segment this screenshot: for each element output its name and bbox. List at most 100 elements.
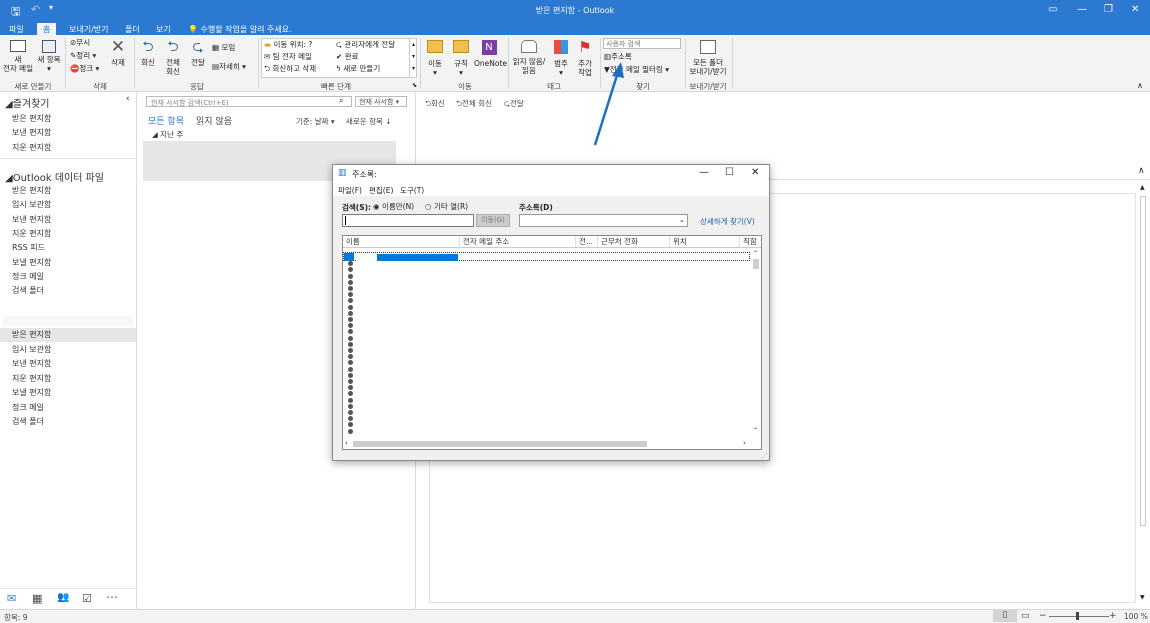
dialog-close-icon[interactable]: ✕ (751, 167, 759, 178)
tab-folder[interactable]: 폴더 (119, 23, 146, 35)
categorize-button[interactable]: 범주 ▾ (550, 40, 572, 77)
quickstep-done[interactable]: ✔ 완료 (336, 51, 359, 63)
col-name[interactable]: 이름 (343, 236, 460, 247)
hscroll-thumb[interactable] (353, 441, 647, 447)
rules-button[interactable]: 규칙 ▾ (450, 40, 472, 77)
collapse-ribbon-icon[interactable]: ∧ (1137, 81, 1143, 90)
list-vscrollbar[interactable]: ⌃ ⌄ (751, 249, 761, 433)
address-book-dropdown[interactable]: ⌄ (519, 214, 688, 227)
menu-file[interactable]: 파일(F) (338, 185, 362, 196)
go-button[interactable]: 이동(G) (476, 214, 510, 227)
account-folder-item[interactable]: 보낼 편지함 (12, 387, 51, 398)
account-folder-item[interactable]: 받은 편지함 (12, 329, 51, 340)
account-folder-item[interactable]: 정크 메일 (12, 402, 44, 413)
scroll-up-icon[interactable]: ⌃ (753, 250, 758, 257)
dialog-launcher-icon[interactable]: ⬊ (412, 82, 417, 89)
new-email-button[interactable]: 새 전자 메일 (3, 40, 33, 73)
quickstep-create-new[interactable]: ϟ 새로 만들기 (336, 63, 380, 75)
quickstep-reply-delete[interactable]: ⮌ 회신하고 삭제 (264, 63, 316, 75)
reading-reply-button[interactable]: ⮌회신 (425, 98, 445, 110)
datafile-folder-item[interactable]: RSS 피드 (12, 242, 45, 253)
scroll-right-icon[interactable]: › (743, 439, 746, 447)
scroll-thumb[interactable] (1140, 196, 1146, 526)
onenote-button[interactable]: N OneNote (474, 40, 507, 68)
zoom-in-icon[interactable]: + (1109, 611, 1117, 621)
search-people-input[interactable] (603, 38, 681, 49)
datafile-folder-item[interactable]: 검색 폴더 (12, 285, 44, 296)
tab-send-receive[interactable]: 보내기/받기 (63, 23, 115, 35)
ignore-button[interactable]: ⊘무시 (70, 37, 90, 49)
more-apps-icon[interactable]: ⋯ (106, 590, 118, 604)
datafile-folder-item[interactable]: 받은 편지함 (12, 185, 51, 196)
menu-edit[interactable]: 편집(E) (369, 185, 393, 196)
scroll-down-icon[interactable]: ▼ (1140, 594, 1145, 601)
account-folder-item[interactable]: 지운 편지함 (12, 373, 51, 384)
reading-forward-button[interactable]: ⮎전달 (504, 98, 524, 110)
quickstep-to-manager[interactable]: ⮎ 관리자에게 전달 (336, 39, 395, 51)
col-location[interactable]: 위치 (670, 236, 740, 247)
menu-tools[interactable]: 도구(T) (400, 185, 424, 196)
tab-unread[interactable]: 읽지 않음 (196, 114, 232, 127)
unread-read-button[interactable]: 읽지 않음/ 읽음 (510, 40, 548, 75)
col-email[interactable]: 전자 메일 주소 (460, 236, 576, 247)
zoom-thumb[interactable] (1076, 612, 1079, 620)
datafile-folder-item[interactable]: 보낸 편지함 (12, 214, 51, 225)
more-respond-button[interactable]: ▤자세히 ▾ (212, 61, 246, 73)
search-name-input[interactable] (342, 214, 474, 227)
send-receive-all-button[interactable]: 모든 폴더 보내기/받기 (687, 40, 729, 76)
list-row-selection[interactable] (377, 254, 458, 261)
sort-order-toggle[interactable]: 새로운 항목 ↓ (346, 116, 392, 127)
minimize-icon[interactable]: — (1077, 4, 1087, 15)
reply-all-button[interactable]: ⮌ 전체 회신 (161, 40, 185, 77)
fav-deleted[interactable]: 지운 편지함 (12, 142, 51, 153)
ribbon-display-options-icon[interactable]: ▭ (1048, 4, 1057, 15)
tab-home[interactable]: 홈 (37, 23, 57, 35)
fav-sent[interactable]: 보낸 편지함 (12, 127, 51, 138)
account-folder-item[interactable]: 보낸 편지함 (12, 358, 51, 369)
mail-search-box[interactable]: 현재 사서함 검색(Ctrl+E) ⌕ (146, 96, 352, 107)
col-display[interactable]: 전... (576, 236, 598, 247)
new-items-button[interactable]: 새 항목 ▾ (36, 40, 62, 73)
scroll-thumb[interactable] (753, 259, 759, 269)
reply-button[interactable]: ⮌ 회신 (137, 40, 159, 68)
radio-more-columns[interactable]: ○ 기타 열(R) (425, 201, 468, 212)
search-icon[interactable]: ⌕ (339, 96, 343, 106)
reading-scrollbar[interactable]: ▲ ▼ (1138, 184, 1148, 604)
datafile-folder-item[interactable]: 정크 메일 (12, 271, 44, 282)
zoom-slider[interactable] (1049, 616, 1109, 617)
gallery-scroll[interactable]: ▴ ▾ ▾ (409, 39, 417, 77)
tell-me-box[interactable]: 💡 수행할 작업을 알려 주세요. (182, 23, 298, 35)
move-button[interactable]: 이동 ▾ (423, 40, 447, 77)
scroll-left-icon[interactable]: ‹ (345, 439, 348, 447)
reading-view-icon[interactable]: ▭ (1021, 611, 1030, 621)
forward-button[interactable]: ⮎ 전달 (187, 40, 209, 68)
delete-button[interactable]: ✕ 삭제 (106, 39, 130, 68)
maximize-icon[interactable]: ❐ (1104, 4, 1113, 15)
quickstep-team-email[interactable]: ✉ 팀 전자 메일 (264, 51, 312, 63)
dialog-maximize-icon[interactable]: ☐ (725, 167, 734, 178)
group-header-last-week[interactable]: ◢ 지난 주 (152, 129, 183, 140)
tab-all-items[interactable]: 모든 항목 (148, 114, 184, 127)
tab-view[interactable]: 보기 (150, 23, 177, 35)
col-business-phone[interactable]: 근무처 전화 (598, 236, 670, 247)
datafile-header[interactable]: ◢Outlook 데이터 파일 (5, 169, 104, 184)
scroll-up-icon[interactable]: ▲ (1140, 184, 1145, 191)
reading-reply-all-button[interactable]: ⮌전체 회신 (456, 98, 492, 110)
fav-inbox[interactable]: 받은 편지함 (12, 113, 51, 124)
favorites-header[interactable]: ◢즐겨찾기 (5, 95, 50, 110)
people-icon[interactable]: 👥 (57, 592, 69, 603)
zoom-level[interactable]: 100 % (1124, 612, 1148, 621)
cleanup-button[interactable]: ✎정리 ▾ (70, 50, 96, 62)
zoom-out-icon[interactable]: − (1039, 611, 1047, 621)
datafile-folder-item[interactable]: 보낼 편지함 (12, 257, 51, 268)
junk-button[interactable]: ⛔정크 ▾ (70, 63, 99, 75)
dialog-minimize-icon[interactable]: — (699, 167, 709, 178)
datafile-folder-item[interactable]: 임시 보관함 (12, 199, 51, 210)
radio-name-only[interactable]: ◉ 이름만(N) (373, 201, 414, 212)
meeting-button[interactable]: ▦ 모임 (212, 42, 235, 54)
quickstep-move-to[interactable]: ▬ 이동 위치: ? (264, 39, 312, 51)
collapse-pane-icon[interactable]: ‹ (126, 94, 130, 104)
normal-view-icon[interactable]: ▯ (993, 610, 1017, 622)
scroll-down-icon[interactable]: ⌄ (753, 424, 758, 431)
close-icon[interactable]: ✕ (1131, 4, 1139, 15)
